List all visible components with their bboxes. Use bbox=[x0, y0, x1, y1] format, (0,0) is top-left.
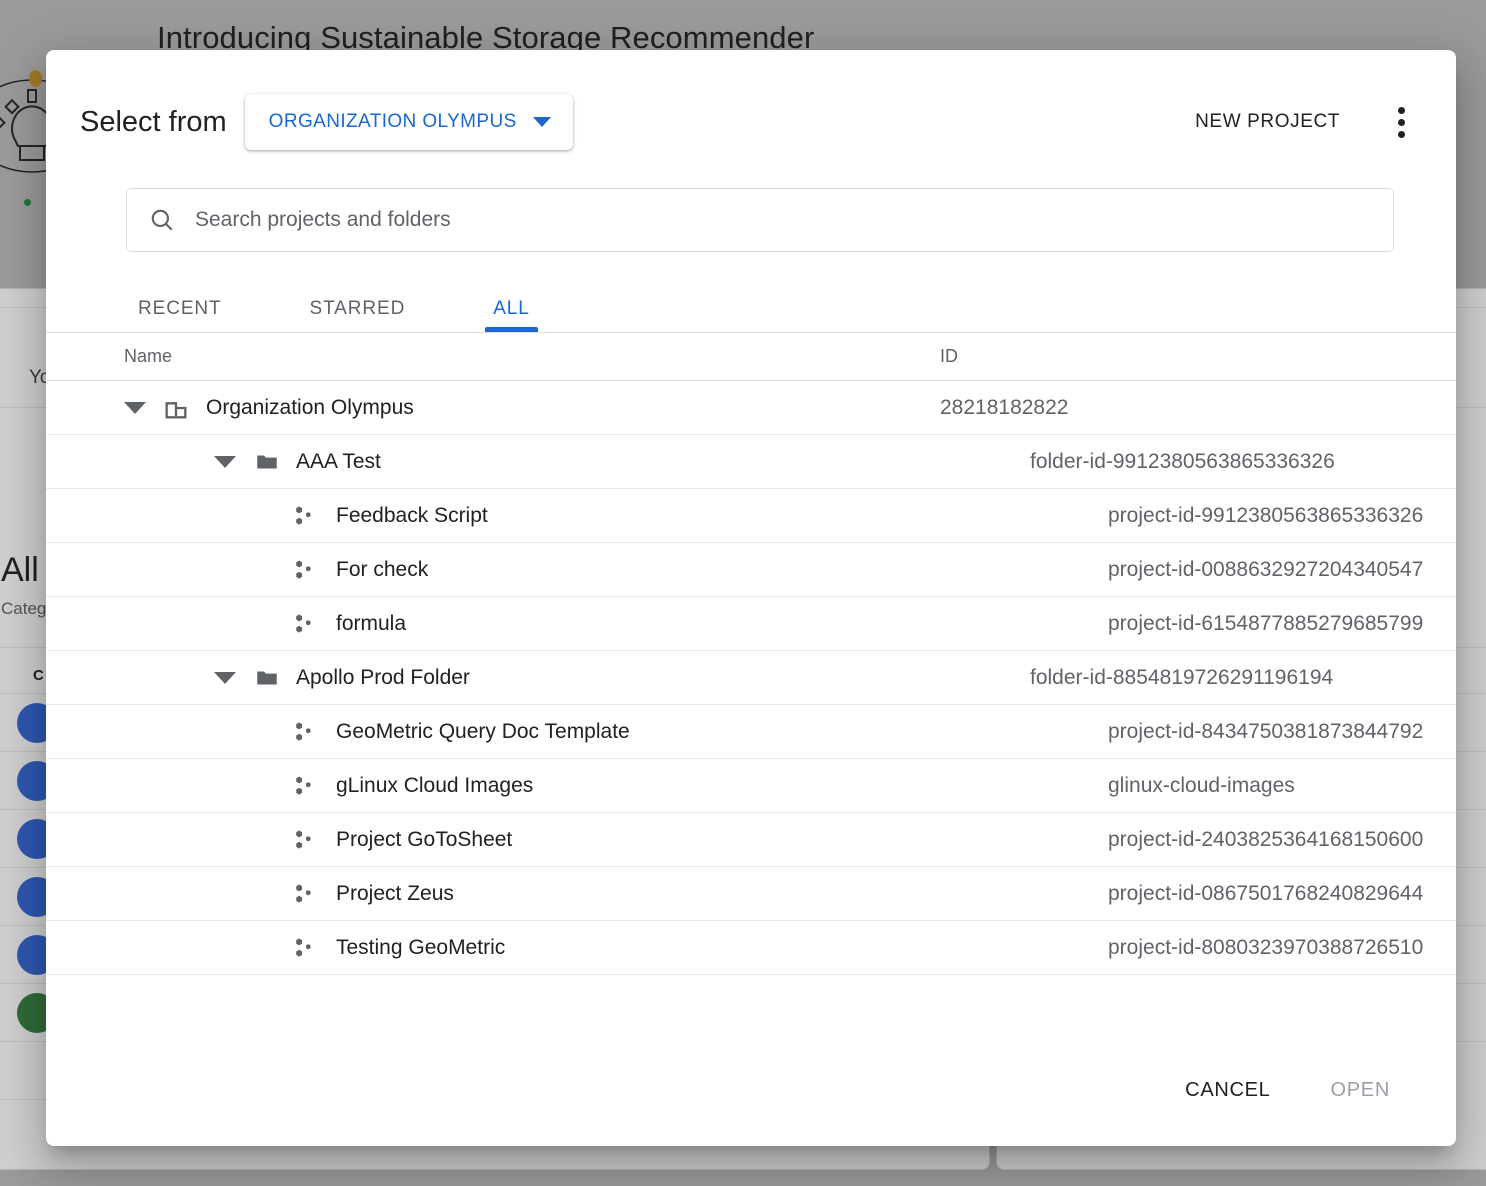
row-name-label: Organization Olympus bbox=[206, 396, 414, 420]
table-row[interactable]: Testing GeoMetric project-id-80803239703… bbox=[46, 921, 1456, 975]
row-name-cell: Project GoToSheet bbox=[292, 827, 1108, 853]
row-name-label: formula bbox=[336, 612, 406, 636]
column-header-id: ID bbox=[940, 346, 1456, 367]
organization-selector-label: ORGANIZATION OLYMPUS bbox=[269, 111, 517, 133]
table-row[interactable]: Project GoToSheet project-id-24038253641… bbox=[46, 813, 1456, 867]
open-button[interactable]: OPEN bbox=[1315, 1069, 1406, 1112]
dialog-header: Select from ORGANIZATION OLYMPUS NEW PRO… bbox=[46, 50, 1456, 158]
row-name-label: Project Zeus bbox=[336, 882, 454, 906]
tab-recent[interactable]: RECENT bbox=[138, 298, 222, 332]
project-icon bbox=[292, 827, 318, 853]
row-name-cell: AAA Test bbox=[214, 449, 1030, 475]
new-project-button[interactable]: NEW PROJECT bbox=[1185, 103, 1350, 141]
row-name-label: Testing GeoMetric bbox=[336, 936, 505, 960]
row-name-label: GeoMetric Query Doc Template bbox=[336, 720, 630, 744]
row-id-cell: project-id-0867501768240829644 bbox=[1108, 882, 1456, 906]
row-id-cell: project-id-8080323970388726510 bbox=[1108, 936, 1456, 960]
expand-collapse-icon[interactable] bbox=[214, 672, 236, 684]
project-icon bbox=[292, 557, 318, 583]
page-title: Select from bbox=[80, 106, 227, 139]
tab-all[interactable]: ALL bbox=[493, 298, 530, 332]
table-row[interactable]: Project Zeus project-id-0867501768240829… bbox=[46, 867, 1456, 921]
row-id-cell: folder-id-9912380563865336326 bbox=[1030, 450, 1456, 474]
row-name-label: AAA Test bbox=[296, 450, 381, 474]
folder-icon bbox=[254, 449, 280, 475]
row-name-label: gLinux Cloud Images bbox=[336, 774, 533, 798]
tab-bar: RECENT STARRED ALL bbox=[138, 288, 1456, 332]
row-name-label: For check bbox=[336, 558, 428, 582]
row-name-label: Project GoToSheet bbox=[336, 828, 512, 852]
row-name-cell: Project Zeus bbox=[292, 881, 1108, 907]
project-icon bbox=[292, 611, 318, 637]
folder-icon bbox=[254, 665, 280, 691]
project-picker-dialog: Select from ORGANIZATION OLYMPUS NEW PRO… bbox=[46, 50, 1456, 1146]
column-header-name: Name bbox=[124, 346, 940, 367]
dialog-footer: CANCEL OPEN bbox=[46, 1034, 1456, 1146]
row-id-cell: project-id-0088632927204340547 bbox=[1108, 558, 1456, 582]
table-row[interactable]: Feedback Script project-id-9912380563865… bbox=[46, 489, 1456, 543]
search-box[interactable] bbox=[126, 188, 1394, 252]
project-icon bbox=[292, 719, 318, 745]
search-icon bbox=[149, 207, 175, 233]
row-id-cell: project-id-9912380563865336326 bbox=[1108, 504, 1456, 528]
row-id-cell: glinux-cloud-images bbox=[1108, 774, 1456, 798]
row-name-cell: formula bbox=[292, 611, 1108, 637]
table-header-row: Name ID bbox=[46, 333, 1456, 381]
row-id-cell: 28218182822 bbox=[940, 396, 1456, 420]
chevron-down-icon bbox=[533, 117, 551, 127]
more-vert-icon[interactable] bbox=[1386, 102, 1416, 142]
project-tree-table: Name ID bbox=[46, 333, 1456, 1034]
row-name-cell: Feedback Script bbox=[292, 503, 1108, 529]
table-row[interactable]: GeoMetric Query Doc Template project-id-… bbox=[46, 705, 1456, 759]
row-name-cell: Testing GeoMetric bbox=[292, 935, 1108, 961]
row-id-cell: project-id-2403825364168150600 bbox=[1108, 828, 1456, 852]
table-row[interactable]: For check project-id-0088632927204340547 bbox=[46, 543, 1456, 597]
table-row[interactable]: gLinux Cloud Images glinux-cloud-images bbox=[46, 759, 1456, 813]
table-row[interactable]: Organization Olympus 28218182822 bbox=[46, 381, 1456, 435]
organization-icon bbox=[162, 394, 190, 422]
search-input[interactable] bbox=[193, 207, 1371, 233]
expand-collapse-icon[interactable] bbox=[214, 456, 236, 468]
project-icon bbox=[292, 503, 318, 529]
row-name-cell: Apollo Prod Folder bbox=[214, 665, 1030, 691]
row-name-label: Feedback Script bbox=[336, 504, 488, 528]
project-icon bbox=[292, 881, 318, 907]
expand-collapse-icon[interactable] bbox=[124, 402, 146, 414]
row-name-cell: Organization Olympus bbox=[124, 394, 940, 422]
row-name-cell: For check bbox=[292, 557, 1108, 583]
table-row[interactable]: Apollo Prod Folder folder-id-88548197262… bbox=[46, 651, 1456, 705]
row-name-cell: GeoMetric Query Doc Template bbox=[292, 719, 1108, 745]
cancel-button[interactable]: CANCEL bbox=[1169, 1069, 1286, 1112]
project-icon bbox=[292, 935, 318, 961]
row-id-cell: project-id-8434750381873844792 bbox=[1108, 720, 1456, 744]
organization-selector[interactable]: ORGANIZATION OLYMPUS bbox=[245, 94, 573, 150]
row-name-cell: gLinux Cloud Images bbox=[292, 773, 1108, 799]
row-id-cell: folder-id-8854819726291196194 bbox=[1030, 666, 1456, 690]
table-row[interactable]: AAA Test folder-id-9912380563865336326 bbox=[46, 435, 1456, 489]
tab-starred[interactable]: STARRED bbox=[310, 298, 406, 332]
project-icon bbox=[292, 773, 318, 799]
row-name-label: Apollo Prod Folder bbox=[296, 666, 470, 690]
row-id-cell: project-id-6154877885279685799 bbox=[1108, 612, 1456, 636]
table-row[interactable]: formula project-id-6154877885279685799 bbox=[46, 597, 1456, 651]
